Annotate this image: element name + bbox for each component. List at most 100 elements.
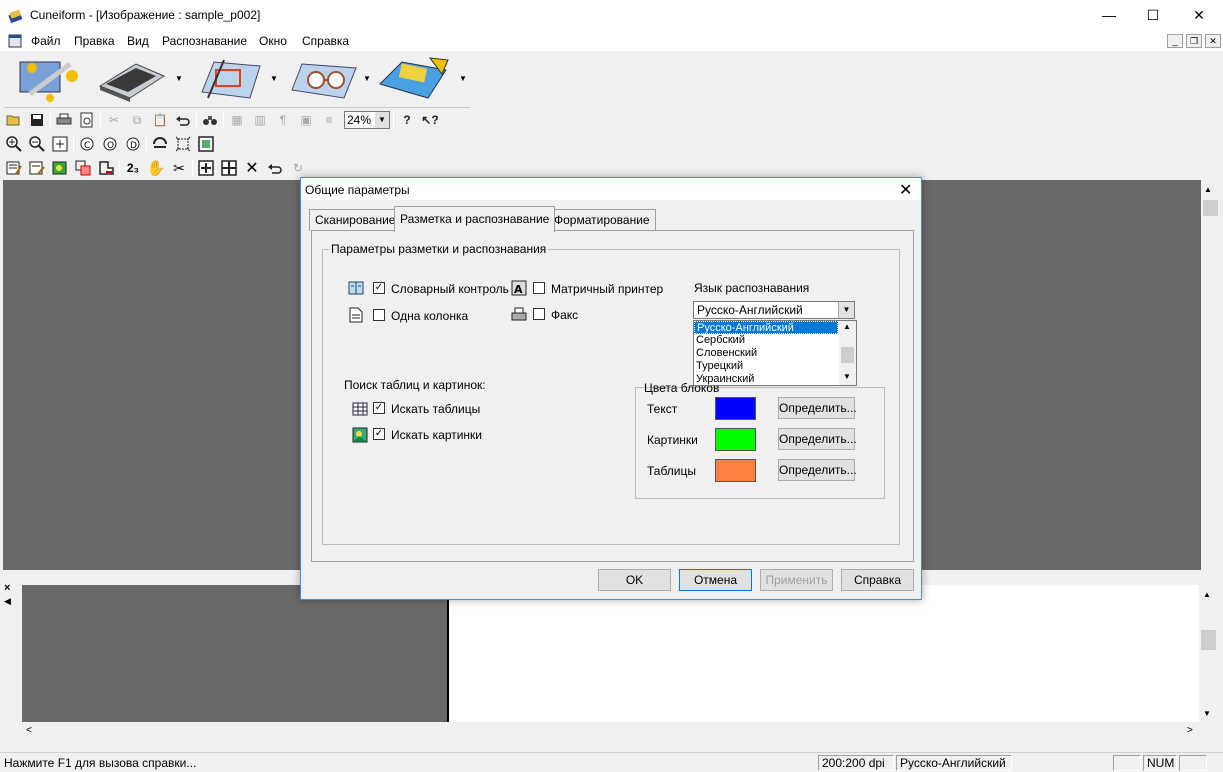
deskew-icon[interactable] xyxy=(173,134,193,154)
list-scrollbar[interactable]: ▲ ▼ xyxy=(839,321,856,385)
layout-icon[interactable] xyxy=(194,56,266,102)
print-preview-icon[interactable] xyxy=(77,110,97,130)
zoom-combo[interactable]: 24% ▼ xyxy=(344,111,390,129)
scissors-icon[interactable]: ✂ xyxy=(169,158,189,178)
paste-icon[interactable]: 📋 xyxy=(150,110,170,130)
layout-dropdown-icon[interactable]: ▼ xyxy=(270,74,278,83)
edit-block-icon[interactable] xyxy=(27,158,47,178)
scroll-thumb[interactable] xyxy=(1203,200,1218,216)
minimize-button[interactable]: — xyxy=(1086,0,1132,31)
dot-matrix-checkbox[interactable] xyxy=(533,282,545,294)
scroll-thumb[interactable] xyxy=(1201,630,1216,650)
define-text-color-button[interactable]: Определить... xyxy=(778,397,857,419)
ok-button[interactable]: OK xyxy=(598,569,671,591)
scanner-icon[interactable] xyxy=(96,58,168,102)
recognize-dropdown-icon[interactable]: ▼ xyxy=(363,74,371,83)
menu-recognition[interactable]: Распознавание xyxy=(162,34,247,48)
language-select[interactable]: Русско-Английский ▼ xyxy=(693,301,855,319)
chevron-down-icon[interactable]: ▼ xyxy=(838,302,854,318)
paragraph-icon[interactable]: ¶ xyxy=(273,110,293,130)
menu-help[interactable]: Справка xyxy=(302,34,349,48)
zoom-in-icon[interactable] xyxy=(4,134,24,154)
single-column-checkbox[interactable] xyxy=(373,309,385,321)
cancel-button[interactable]: Отмена xyxy=(679,569,752,591)
picture-block-icon[interactable] xyxy=(50,158,70,178)
table-icon[interactable]: ▦ xyxy=(227,110,247,130)
order-icon[interactable]: 2₃ xyxy=(123,158,143,178)
rotate-180-icon[interactable]: O xyxy=(100,134,120,154)
text-scrollbar[interactable]: ▲ ▼ xyxy=(1199,585,1218,722)
menu-view[interactable]: Вид xyxy=(127,34,149,48)
scroll-up-icon[interactable]: ▲ xyxy=(1204,185,1212,194)
delete-block-icon[interactable]: ✕ xyxy=(242,158,262,178)
menu-file[interactable]: Файл xyxy=(31,34,61,48)
open-icon[interactable] xyxy=(4,110,24,130)
text-block-icon[interactable] xyxy=(4,158,24,178)
mdi-minimize-button[interactable]: _ xyxy=(1167,34,1183,48)
close-button[interactable]: ✕ xyxy=(1176,0,1222,31)
merge-block-icon[interactable] xyxy=(219,158,239,178)
panel-left-icon[interactable]: ◀ xyxy=(4,596,11,607)
scroll-down-icon[interactable]: ▼ xyxy=(1203,709,1211,718)
horizontal-scrollbar[interactable]: < > xyxy=(22,722,1199,740)
columns-icon[interactable]: ▥ xyxy=(250,110,270,130)
magic-wand-icon[interactable] xyxy=(10,54,86,104)
search-tables-checkbox[interactable]: ✓ xyxy=(373,402,385,414)
language-list[interactable]: Русско-Английский Сербский Словенский Ту… xyxy=(693,320,857,386)
undo-block-icon[interactable] xyxy=(265,158,285,178)
print-icon[interactable] xyxy=(54,110,74,130)
define-tables-color-button[interactable]: Определить... xyxy=(778,459,857,481)
apply-button[interactable]: Применить xyxy=(760,569,833,591)
step-block-icon[interactable] xyxy=(96,158,116,178)
help-button[interactable]: Справка xyxy=(841,569,914,591)
spellcheck-checkbox[interactable]: ✓ xyxy=(373,282,385,294)
save-dropdown-icon[interactable]: ▼ xyxy=(459,74,467,83)
cut-icon[interactable]: ✂ xyxy=(104,110,124,130)
fit-page-icon[interactable] xyxy=(50,134,70,154)
recognize-icon[interactable] xyxy=(286,56,360,102)
tab-scanning[interactable]: Сканирование xyxy=(309,209,402,231)
scroll-up-icon[interactable]: ▲ xyxy=(843,322,851,331)
find-icon[interactable] xyxy=(200,110,220,130)
search-pictures-checkbox[interactable]: ✓ xyxy=(373,428,385,440)
tab-layout-recognition[interactable]: Разметка и распознавание xyxy=(394,206,556,232)
language-option[interactable]: Словенский xyxy=(694,347,838,360)
scroll-left-icon[interactable]: < xyxy=(26,725,32,736)
add-block-icon[interactable] xyxy=(196,158,216,178)
text-output-pane[interactable] xyxy=(447,585,1199,722)
copy-icon[interactable]: ⧉ xyxy=(127,110,147,130)
language-option[interactable]: Русско-Английский xyxy=(694,321,838,334)
table-block-icon[interactable] xyxy=(73,158,93,178)
frame-icon[interactable]: ▣ xyxy=(296,110,316,130)
zoom-out-icon[interactable] xyxy=(27,134,47,154)
undo-icon[interactable] xyxy=(173,110,193,130)
menu-edit[interactable]: Правка xyxy=(74,34,115,48)
image-preview-pane[interactable] xyxy=(22,585,447,722)
scroll-right-icon[interactable]: > xyxy=(1187,725,1193,736)
menu-window[interactable]: Окно xyxy=(259,34,287,48)
hand-icon[interactable]: ✋ xyxy=(146,158,166,178)
dialog-close-icon[interactable]: ✕ xyxy=(899,180,912,200)
scroll-up-icon[interactable]: ▲ xyxy=(1203,590,1211,599)
language-option[interactable]: Турецкий xyxy=(694,360,838,373)
mdi-restore-button[interactable]: ❐ xyxy=(1186,34,1202,48)
chevron-down-icon[interactable]: ▼ xyxy=(375,112,389,128)
scroll-thumb[interactable] xyxy=(841,347,854,363)
fax-checkbox[interactable] xyxy=(533,308,545,320)
tab-formatting[interactable]: Форматирование xyxy=(548,209,656,231)
language-option[interactable]: Сербский xyxy=(694,334,838,347)
rotate-right-icon[interactable]: D xyxy=(123,134,143,154)
maximize-button[interactable]: ☐ xyxy=(1130,0,1176,31)
workspace-scrollbar[interactable]: ▲ xyxy=(1201,180,1220,572)
panel-close-icon[interactable]: × xyxy=(4,582,10,594)
scan-dropdown-icon[interactable]: ▼ xyxy=(175,74,183,83)
language-option[interactable]: Украинский xyxy=(694,373,838,385)
save-icon[interactable] xyxy=(27,110,47,130)
context-help-icon[interactable]: ↖? xyxy=(420,110,440,130)
redo-block-icon[interactable]: ↻ xyxy=(288,158,308,178)
invert-icon[interactable] xyxy=(150,134,170,154)
define-pictures-color-button[interactable]: Определить... xyxy=(778,428,857,450)
save-output-icon[interactable] xyxy=(376,54,454,104)
crop-icon[interactable] xyxy=(196,134,216,154)
help-icon[interactable]: ? xyxy=(397,110,417,130)
